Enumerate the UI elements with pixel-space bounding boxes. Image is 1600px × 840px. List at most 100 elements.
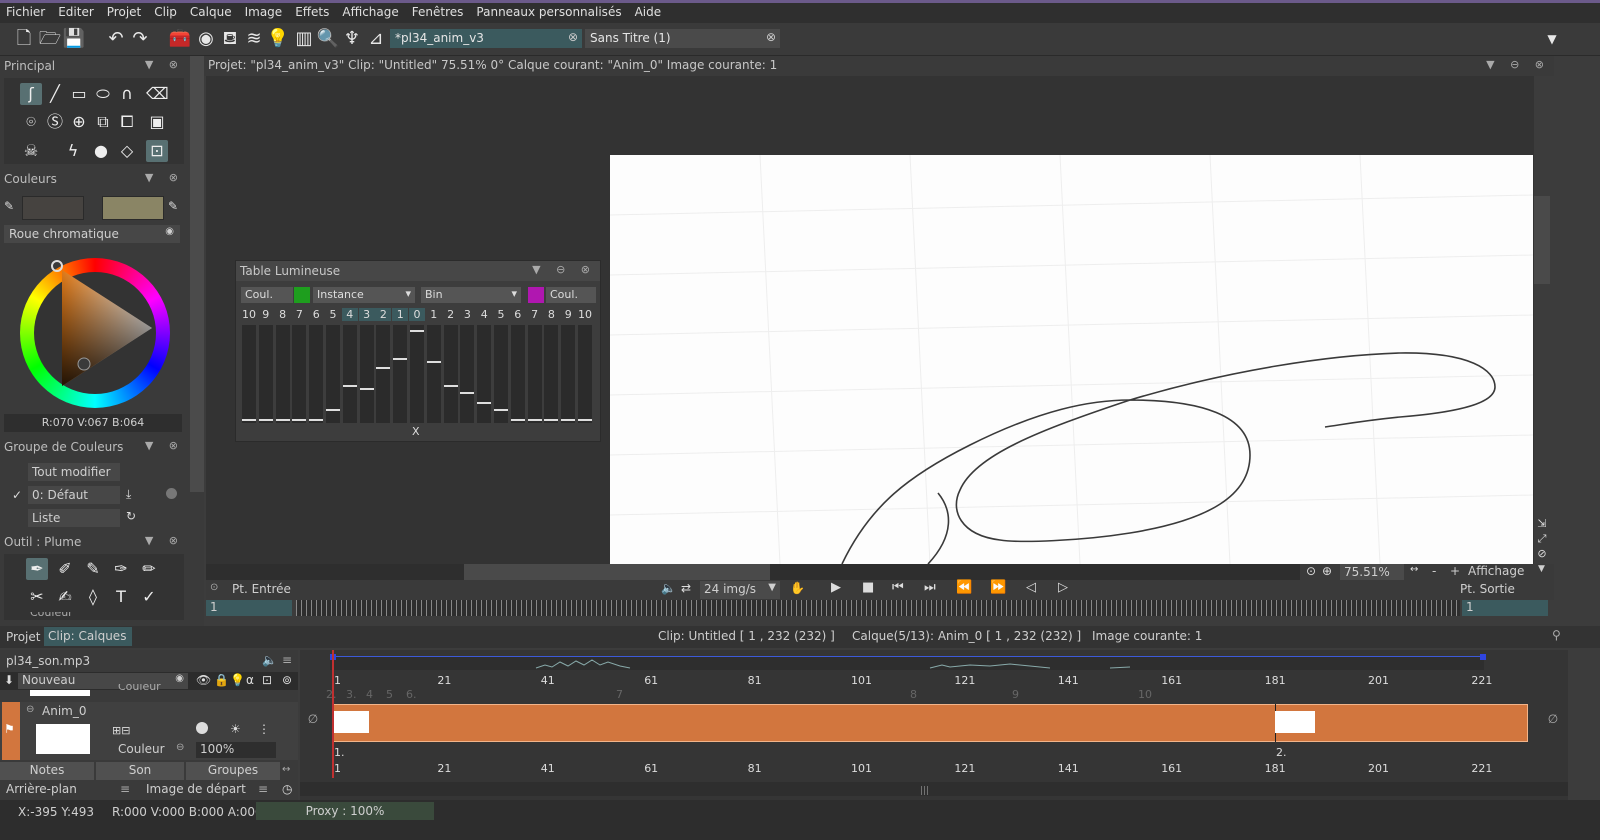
zoom-field[interactable]: 75.51% [1340, 564, 1404, 580]
menu-fenetres[interactable]: Fenêtres [406, 3, 471, 19]
light-table-frame-number[interactable]: 8 [275, 308, 291, 321]
transform-tool-icon[interactable]: ⧉ [92, 111, 114, 133]
lock-icon[interactable]: 🔒 [214, 673, 229, 687]
canvas-vscroll-thumb[interactable] [1534, 196, 1550, 284]
menu-icon[interactable]: ≡ [120, 782, 130, 796]
layer-add-icon[interactable]: ⬇ [4, 673, 14, 687]
light-table-slider[interactable] [359, 325, 374, 423]
menu-calque[interactable]: Calque [184, 3, 239, 19]
tab-doc-2[interactable]: Sans Titre (1) ⊗ [585, 29, 780, 48]
sound-end-marker[interactable] [1480, 654, 1486, 660]
eyedropper-icon[interactable]: ✎ [168, 199, 184, 217]
light-table-frame-number[interactable]: 10 [241, 308, 257, 321]
menu-icon[interactable]: ≡ [258, 782, 268, 796]
coul-right-button[interactable]: Coul. [546, 287, 596, 303]
menu-effets[interactable]: Effets [289, 3, 336, 19]
light-table-frame-number[interactable]: 0 [409, 308, 425, 321]
light-table-frame-number[interactable]: 1 [392, 308, 409, 321]
target-icon[interactable]: ⊕ [1322, 564, 1332, 578]
frame-out-field[interactable]: 1 [1462, 600, 1548, 616]
pin-icon[interactable]: ⚲ [1552, 628, 1561, 642]
nouveau-select[interactable]: Nouveau ◉ [18, 673, 188, 689]
new-file-icon[interactable]: 🗋 [12, 27, 36, 51]
light-table-slider[interactable] [477, 325, 492, 423]
refresh-icon[interactable]: ↻ [126, 509, 136, 523]
panel-controls[interactable]: ▼ ⊗ [145, 534, 184, 547]
light-table-frame-number[interactable]: 7 [291, 308, 307, 321]
light-table-frame-number[interactable]: 9 [258, 308, 274, 321]
check-icon[interactable]: ✓ [12, 488, 22, 502]
groupes-button[interactable]: Groupes [186, 762, 280, 780]
scroll-grip[interactable]: ||| [920, 786, 940, 796]
next-key-icon[interactable]: ⏩ [990, 580, 1006, 595]
view-tools[interactable]: ⇲ ⤢ ⊘ [1535, 516, 1549, 564]
light-table-slider[interactable] [393, 325, 408, 423]
clock-icon[interactable]: ◷ [282, 782, 292, 796]
marker-preset-icon[interactable]: ✐ [54, 558, 76, 580]
bulb-icon[interactable]: 💡 [266, 27, 290, 51]
light-table-frame-number[interactable]: 1 [426, 308, 442, 321]
window-controls[interactable]: ▼ ⊖ ⊗ [1486, 58, 1550, 71]
light-table-frame-number[interactable]: 3 [459, 308, 475, 321]
select-tool-icon[interactable]: Ⓢ [44, 111, 66, 133]
close-icon[interactable]: ⊗ [568, 30, 578, 44]
light-table-slider[interactable] [578, 325, 592, 423]
light-table-slider[interactable] [460, 325, 475, 423]
collapse-icon[interactable]: ⊖ [26, 704, 34, 715]
pen-preset-icon[interactable]: ✒ [26, 558, 48, 580]
collapse-icon[interactable]: ⊖ [176, 742, 184, 753]
lasso-tool-icon[interactable]: ⌾ [20, 111, 42, 133]
arrows-icon[interactable]: ↔ [282, 764, 290, 775]
timeline-tracks[interactable]: 121416181101121141161181201221 2.3.456.7… [300, 650, 1568, 800]
ellipse-tool-icon[interactable]: ⬭ [92, 83, 114, 105]
empty-set-icon[interactable]: ∅ [1540, 704, 1566, 734]
timeline-icon[interactable]: ▥ [292, 27, 316, 51]
zoom-minus[interactable]: - [1432, 564, 1436, 578]
prev-key-icon[interactable]: ⏪ [956, 580, 972, 595]
save-icon[interactable]: 💾 [62, 27, 86, 51]
eyedropper-icon[interactable]: ✎ [4, 199, 20, 217]
primary-color-swatch[interactable] [22, 196, 84, 220]
light-table-slider[interactable] [527, 325, 542, 423]
right-color-swatch[interactable] [528, 287, 544, 303]
alpha-icon[interactable]: α [246, 673, 254, 687]
onion-icon[interactable]: ⊚ [282, 673, 292, 687]
first-frame-icon[interactable]: ⏮ [892, 580, 904, 595]
panel-controls[interactable]: ▼ ⊗ [145, 439, 184, 452]
line-tool-icon[interactable]: ╱ [44, 83, 66, 105]
dock-splitter[interactable] [190, 56, 204, 492]
layer-mode-icons[interactable]: ⊞⊟ [112, 724, 130, 737]
menu-panneaux[interactable]: Panneaux personnalisés [470, 3, 628, 19]
light-table-frame-number[interactable]: 4 [341, 308, 358, 321]
drop-preset-icon[interactable]: ◊ [82, 586, 104, 608]
hook-tool-icon[interactable]: ϟ [62, 140, 84, 162]
light-table-slider[interactable] [426, 325, 441, 423]
color-triangle[interactable] [38, 260, 158, 400]
liste-select[interactable]: Liste [28, 509, 120, 527]
layer-name[interactable]: Anim_0 [42, 704, 86, 718]
color-mode-select[interactable]: Roue chromatique ◉ [4, 225, 180, 243]
select-icon[interactable]: ⊡ [262, 673, 272, 687]
text-tool-icon[interactable]: T [110, 586, 132, 608]
son-button[interactable]: Son [96, 762, 184, 780]
light-table-slider[interactable] [544, 325, 559, 423]
next-frame-icon[interactable]: ▷ [1058, 580, 1068, 595]
move-tool-icon[interactable]: ⊕ [68, 111, 90, 133]
brush-tool-icon[interactable]: ʃ [20, 83, 42, 105]
light-table-frame-number[interactable]: 5 [325, 308, 341, 321]
light-table-slider[interactable] [242, 325, 256, 423]
tab-projet[interactable]: Projet [6, 630, 40, 644]
tab-doc-active[interactable]: *pl34_anim_v3 ⊗ [390, 29, 582, 48]
panel-controls[interactable]: ▼ ⊗ [145, 58, 184, 71]
light-table-slider[interactable] [292, 325, 307, 423]
tout-modifier-select[interactable]: Tout modifier [28, 463, 120, 481]
graph-icon[interactable]: ⊿ [364, 27, 388, 51]
eraser-tool-icon[interactable]: ⌫ [146, 83, 169, 105]
airbrush-preset-icon[interactable]: ✍ [54, 586, 76, 608]
menu-aide[interactable]: Aide [629, 3, 669, 19]
menu-projet[interactable]: Projet [101, 3, 148, 19]
stop-icon[interactable]: ■ [862, 580, 874, 595]
puppet-icon[interactable]: ♆ [340, 27, 364, 51]
blur-tool-icon[interactable]: ● [90, 140, 112, 162]
panel-controls[interactable]: ▼ ⊖ ⊗ [532, 263, 596, 276]
